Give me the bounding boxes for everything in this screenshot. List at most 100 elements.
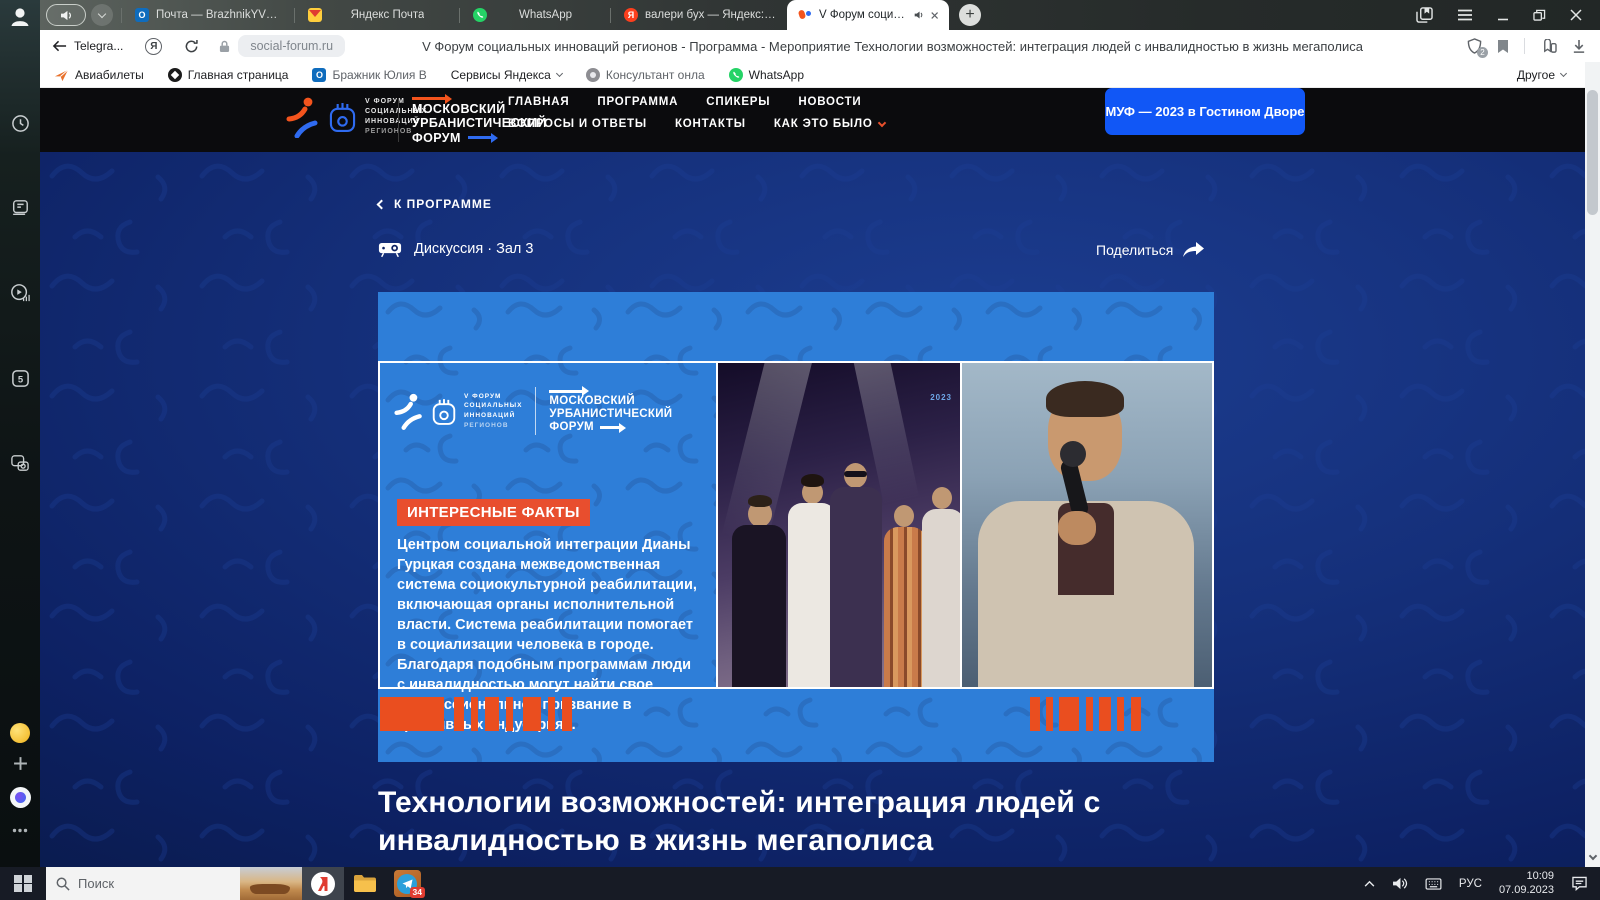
clock[interactable]: 10:09 07.09.2023 xyxy=(1499,870,1554,898)
more-options-icon[interactable] xyxy=(0,815,40,845)
nav-novosti[interactable]: НОВОСТИ xyxy=(798,96,861,108)
bookmark-flag-icon[interactable] xyxy=(1497,39,1509,54)
url-field[interactable]: social-forum.ru xyxy=(238,35,345,57)
bookmarks-other-button[interactable]: Другое xyxy=(1517,68,1566,82)
tab-whatsapp[interactable]: WhatsApp xyxy=(462,0,608,30)
taskbar-yandex-browser[interactable] xyxy=(302,867,344,900)
video-player[interactable]: V ФОРУМ СОЦИАЛЬНЫХ ИННОВАЦИЙ РЕГИОНОВ МО… xyxy=(378,292,1214,762)
bookmark-whatsapp[interactable]: WhatsApp xyxy=(729,68,804,82)
tab-counter-icon[interactable]: 5 xyxy=(0,363,40,393)
taskbar-search[interactable]: Поиск xyxy=(46,867,302,900)
back-to-program-link[interactable]: К ПРОГРАММЕ xyxy=(378,197,492,211)
scrollbar[interactable] xyxy=(1585,62,1600,867)
tab-mail-outlook[interactable]: O Почта — BrazhnikYV@soc xyxy=(124,0,292,30)
bookmark-yandex-services[interactable]: Сервисы Яндекса xyxy=(451,68,562,82)
bookmark-home[interactable]: Главная страница xyxy=(168,68,289,82)
performer-sunglasses xyxy=(844,471,867,477)
system-tray: РУС 10:09 07.09.2023 xyxy=(1364,870,1600,898)
whatsapp-icon xyxy=(473,8,487,22)
start-button[interactable] xyxy=(0,867,46,900)
projector-icon xyxy=(378,240,402,258)
nav-kak-eto-bylo[interactable]: КАК ЭТО БЫЛО xyxy=(774,118,885,130)
add-panel-icon[interactable] xyxy=(0,748,40,778)
microphone-head xyxy=(1060,441,1086,467)
media-player-icon[interactable] xyxy=(0,278,40,308)
windows-logo-icon xyxy=(14,875,32,893)
panels-icon[interactable] xyxy=(1416,7,1433,23)
restore-icon[interactable] xyxy=(1533,9,1546,21)
forum-logo[interactable]: V ФОРУМ СОЦИАЛЬНЫХ ИННОВАЦИЙ РЕГИОНОВ xyxy=(286,96,427,138)
touch-keyboard-icon[interactable] xyxy=(1425,878,1442,890)
bookmark-aviabilety[interactable]: Авиабилеты xyxy=(54,68,144,82)
session-info: Дискуссия · Зал 3 xyxy=(378,240,533,258)
nav-programma[interactable]: ПРОГРАММА xyxy=(597,96,678,108)
close-window-icon[interactable] xyxy=(1570,9,1582,21)
back-label: Telegra... xyxy=(74,39,123,53)
alice-assistant-icon[interactable] xyxy=(0,782,40,812)
tab-audio-icon xyxy=(914,10,924,20)
search-highlight-image[interactable] xyxy=(240,867,302,900)
history-icon[interactable] xyxy=(0,108,40,138)
site-header: V ФОРУМ СОЦИАЛЬНЫХ ИННОВАЦИЙ РЕГИОНОВ МО… xyxy=(40,88,1585,152)
forum-logo-text: V ФОРУМ СОЦИАЛЬНЫХ ИННОВАЦИЙ РЕГИОНОВ xyxy=(464,392,522,431)
adblock-shield-icon[interactable]: 2 xyxy=(1467,38,1482,54)
header-divider xyxy=(398,98,399,142)
nav-spikery[interactable]: СПИКЕРЫ xyxy=(706,96,770,108)
yellow-app-icon[interactable] xyxy=(0,718,40,748)
chevron-down-icon xyxy=(1560,70,1567,77)
minimize-icon[interactable] xyxy=(1497,10,1509,21)
muf-2023-button[interactable]: МУФ — 2023 в Гостином Дворе xyxy=(1105,88,1305,135)
forum-figure-icon xyxy=(394,392,424,430)
outlook-icon: O xyxy=(135,8,149,22)
browser-side-rail: 5 xyxy=(0,0,40,867)
taskbar: Поиск 34 РУС xyxy=(0,867,1600,900)
tab-audio-mute-button[interactable] xyxy=(46,4,86,26)
language-indicator[interactable]: РУС xyxy=(1459,878,1482,890)
forum-hand-icon xyxy=(329,101,356,133)
nav-glavnaya[interactable]: ГЛАВНАЯ xyxy=(508,96,569,108)
video-year-label: 2023 xyxy=(930,393,952,402)
volume-icon[interactable] xyxy=(1392,877,1408,890)
back-button[interactable]: Telegra... xyxy=(52,39,123,53)
tab-yandex-mail[interactable]: Яндекс Почта xyxy=(297,0,457,30)
tab-yandex-search[interactable]: Я валери бух — Яндекс: наш xyxy=(613,0,787,30)
scrollbar-thumb[interactable] xyxy=(1587,90,1598,215)
action-center-icon[interactable] xyxy=(1571,876,1588,891)
feed-pages-icon[interactable] xyxy=(0,193,40,223)
new-tab-button[interactable]: + xyxy=(959,4,981,26)
screen: 5 O Почта — BrazhnikYV@soc xyxy=(0,0,1600,900)
reload-icon[interactable] xyxy=(184,39,199,54)
scrollbar-down-button[interactable] xyxy=(1585,850,1600,865)
audio-options-chevron[interactable] xyxy=(91,4,113,26)
bookmark-outlook-contact[interactable]: O Бражник Юлия В xyxy=(312,68,426,82)
screenshot-icon[interactable] xyxy=(0,448,40,478)
performer-dark-suit xyxy=(732,525,786,687)
taskbar-file-explorer[interactable] xyxy=(344,867,386,900)
forum-hand-icon xyxy=(432,397,456,426)
tab-forum-active[interactable]: V Форум социальны xyxy=(787,0,949,30)
taskbar-telegram[interactable]: 34 xyxy=(386,867,428,900)
tab-divider xyxy=(459,8,460,23)
yandex-icon: Я xyxy=(624,8,638,22)
consultant-icon xyxy=(586,68,600,82)
date: 07.09.2023 xyxy=(1499,884,1554,898)
lock-icon[interactable] xyxy=(219,40,230,53)
tab-strip: O Почта — BrazhnikYV@soc Яндекс Почта Wh… xyxy=(40,0,1600,30)
bookmarks-bar: Авиабилеты Главная страница O Бражник Юл… xyxy=(40,62,1600,88)
download-icon[interactable] xyxy=(1572,39,1586,54)
tab-close-icon[interactable] xyxy=(931,11,938,20)
search-placeholder: Поиск xyxy=(78,876,114,891)
bookmark-consultant[interactable]: Консультант онла xyxy=(586,68,705,82)
page-body: К ПРОГРАММЕ Дискуссия · Зал 3 Поделиться xyxy=(40,152,1585,867)
yandex-services-icon[interactable]: Я xyxy=(145,38,162,55)
menu-icon[interactable] xyxy=(1457,9,1473,21)
nav-kontakty[interactable]: КОНТАКТЫ xyxy=(675,118,746,130)
nav-voprosy[interactable]: ВОПРОСЫ И ОТВЕТЫ xyxy=(508,118,647,130)
hidden-icons-chevron[interactable] xyxy=(1364,880,1375,887)
share-button[interactable]: Поделиться xyxy=(1096,242,1204,258)
profile-avatar-icon[interactable] xyxy=(0,2,40,32)
time: 10:09 xyxy=(1499,870,1554,884)
collections-icon[interactable] xyxy=(1540,39,1557,54)
tab-divider xyxy=(610,8,611,23)
tab-divider xyxy=(121,8,122,23)
